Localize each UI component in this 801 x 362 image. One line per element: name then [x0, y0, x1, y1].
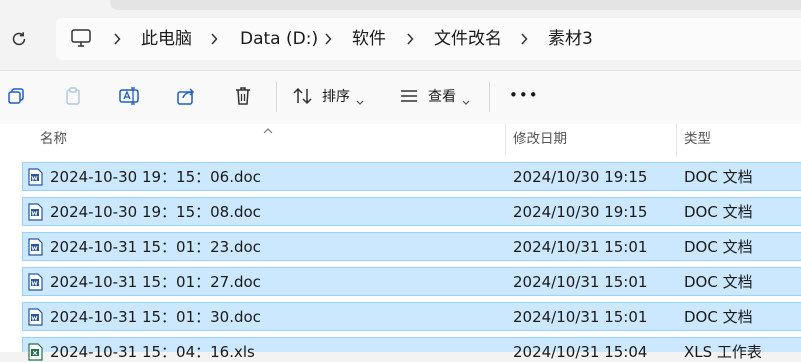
rename-button[interactable] — [117, 84, 141, 108]
file-row[interactable]: 2024-10-30 19：15：08.doc 2024/10/30 19:15… — [22, 197, 801, 226]
sort-button[interactable]: 排序 — [322, 88, 350, 106]
file-type: DOC 文档 — [684, 308, 753, 326]
file-modified: 2024/10/31 15:01 — [513, 273, 648, 291]
copy-button[interactable] — [4, 84, 28, 108]
share-icon — [177, 88, 195, 105]
paste-button[interactable] — [61, 84, 85, 108]
chevron-right-icon[interactable] — [321, 29, 335, 49]
file-type: DOC 文档 — [684, 168, 753, 186]
trash-icon — [236, 87, 250, 105]
tab-strip — [110, 0, 801, 10]
file-row[interactable]: 2024-10-30 19：15：06.doc 2024/10/30 19:15… — [22, 162, 801, 191]
toolbar-divider — [276, 82, 277, 112]
column-header-name[interactable]: 名称 — [40, 130, 67, 148]
file-modified: 2024/10/30 19:15 — [513, 203, 648, 221]
file-modified: 2024/10/31 15:01 — [513, 308, 648, 326]
column-header-type[interactable]: 类型 — [684, 130, 711, 148]
breadcrumb-item-current[interactable]: 素材3 — [548, 28, 593, 50]
breadcrumb-item-data-d[interactable]: Data (D:) — [240, 28, 318, 50]
view-icon[interactable] — [397, 84, 421, 108]
file-row[interactable]: 2024-10-31 15：01：30.doc 2024/10/31 15:01… — [22, 302, 801, 331]
chevron-right-icon[interactable] — [517, 29, 531, 49]
file-row[interactable]: 2024-10-31 15：01：23.doc 2024/10/31 15:01… — [22, 232, 801, 261]
file-name: 2024-10-31 15：01：27.doc — [50, 273, 261, 291]
breadcrumb-item-this-pc[interactable]: 此电脑 — [141, 28, 192, 50]
word-doc-icon — [28, 203, 43, 221]
excel-xls-icon — [28, 343, 43, 361]
file-name: 2024-10-30 19：15：08.doc — [50, 203, 261, 221]
paste-icon — [66, 87, 80, 105]
this-pc-icon[interactable] — [70, 27, 92, 49]
breadcrumb-item-rename[interactable]: 文件改名 — [434, 28, 502, 50]
file-name: 2024-10-31 15：01：30.doc — [50, 308, 261, 326]
column-divider[interactable] — [505, 124, 506, 156]
file-modified: 2024/10/31 15:01 — [513, 238, 648, 256]
file-name: 2024-10-31 15：04：16.xls — [50, 343, 255, 361]
file-row[interactable]: 2024-10-31 15：01：27.doc 2024/10/31 15:01… — [22, 267, 801, 296]
column-divider[interactable] — [676, 124, 677, 156]
word-doc-icon — [28, 238, 43, 256]
column-header-modified[interactable]: 修改日期 — [513, 130, 567, 148]
sort-icon[interactable] — [291, 84, 315, 108]
file-type: DOC 文档 — [684, 273, 753, 291]
file-name: 2024-10-31 15：01：23.doc — [50, 238, 261, 256]
file-row[interactable]: 2024-10-31 15：04：16.xls 2024/10/31 15:04… — [22, 337, 801, 361]
refresh-icon — [12, 32, 26, 46]
chevron-right-icon[interactable] — [110, 29, 124, 49]
copy-icon — [8, 88, 24, 104]
file-type: DOC 文档 — [684, 203, 753, 221]
sort-ascending-icon — [262, 120, 274, 134]
file-modified: 2024/10/30 19:15 — [513, 168, 648, 186]
breadcrumb-item-software[interactable]: 软件 — [352, 28, 386, 50]
word-doc-icon — [28, 308, 43, 326]
file-type: XLS 工作表 — [684, 343, 762, 361]
word-doc-icon — [28, 168, 43, 186]
chevron-right-icon[interactable] — [207, 29, 221, 49]
chevron-right-icon[interactable] — [403, 29, 417, 49]
more-options-button[interactable]: ••• — [509, 86, 539, 104]
word-doc-icon — [28, 273, 43, 291]
chevron-down-icon[interactable] — [355, 92, 365, 105]
file-type: DOC 文档 — [684, 238, 753, 256]
rename-icon — [119, 87, 139, 105]
toolbar-divider — [489, 82, 490, 112]
share-button[interactable] — [174, 84, 198, 108]
file-modified: 2024/10/31 15:04 — [513, 343, 648, 361]
view-button[interactable]: 查看 — [428, 88, 456, 106]
file-name: 2024-10-30 19：15：06.doc — [50, 168, 261, 186]
refresh-button[interactable] — [8, 28, 30, 50]
chevron-down-icon[interactable] — [461, 92, 471, 105]
delete-button[interactable] — [231, 84, 255, 108]
